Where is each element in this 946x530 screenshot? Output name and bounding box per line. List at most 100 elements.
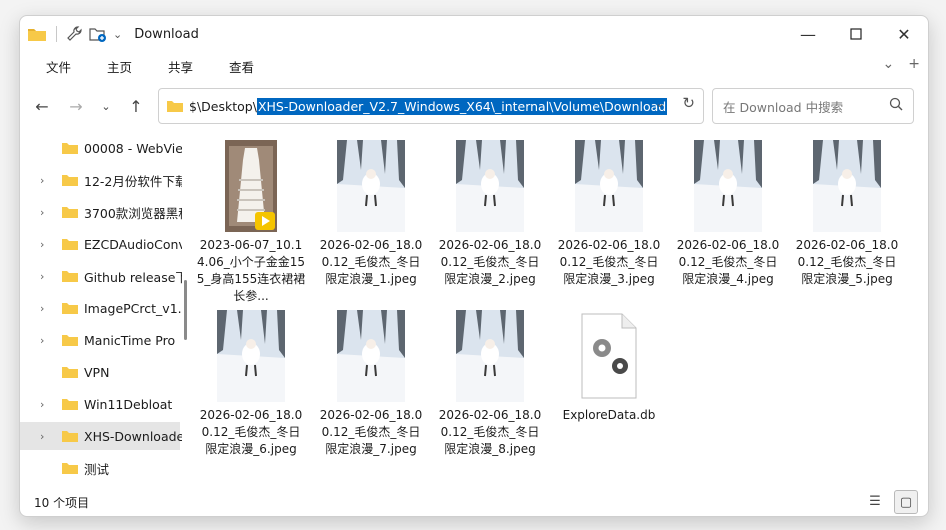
image-thumbnail — [217, 310, 285, 402]
file-item[interactable]: 2026-02-06_18.00.12_毛俊杰_冬日限定浪漫_1.jpeg — [316, 140, 426, 288]
file-item[interactable]: 2023-06-07_10.14.06_小个子金金155_身高155连衣裙裙长参… — [196, 140, 306, 305]
wrench-icon[interactable] — [67, 26, 83, 42]
address-bar[interactable]: $\Desktop\ XHS-Downloader_V2.7_Windows_X6… — [158, 88, 704, 124]
sidebar-item-label: EZCDAudioConv — [84, 236, 182, 252]
sidebar-item-label: Win11Debloat — [84, 396, 173, 412]
maximize-icon[interactable] — [832, 16, 880, 52]
sidebar-scrollbar[interactable] — [184, 134, 188, 484]
sidebar-item-label: VPN — [84, 364, 110, 380]
navigation-bar: ← → ⌄ ↑ $\Desktop\ XHS-Downloader_V2.7_Wi… — [20, 86, 928, 126]
sidebar-item[interactable]: › 3700款浏览器黑科 — [20, 198, 182, 226]
sidebar-item-label: 测试 — [84, 461, 110, 477]
menu-bar: 文件 主页 共享 查看 ⌄ + — [20, 52, 928, 80]
address-selected-path[interactable]: XHS-Downloader_V2.7_Windows_X64\_interna… — [256, 97, 668, 115]
folder-icon — [62, 303, 78, 314]
address-dropdown-icon[interactable]: ⌄ — [655, 96, 665, 110]
sidebar-item[interactable]: VPN — [20, 358, 180, 386]
folder-icon — [62, 431, 78, 442]
up-icon[interactable]: ↑ — [124, 94, 148, 118]
sidebar-item[interactable]: 00008 - WebView — [20, 134, 182, 162]
chevron-down-icon[interactable]: ⌄ — [94, 94, 118, 118]
details-view-icon[interactable]: ☰ — [864, 490, 886, 512]
sidebar-item[interactable]: › ManicTime Pro — [20, 326, 180, 354]
sidebar-item-label: 3700款浏览器黑科 — [84, 205, 182, 221]
file-name: 2026-02-06_18.00.12_毛俊杰_冬日限定浪漫_7.jpeg — [319, 408, 423, 456]
search-icon[interactable] — [889, 97, 903, 111]
folder-icon — [62, 239, 78, 250]
thumbnail-view-icon[interactable]: ▢ — [894, 490, 918, 514]
search-box[interactable]: 在 Download 中搜索 — [712, 88, 914, 124]
navigation-pane: 00008 - WebView › 12-2月份软件下载 › 3700款浏览器黑科 › EZ… — [20, 134, 182, 484]
minimize-icon[interactable]: — — [784, 16, 832, 52]
file-name: ExploreData.db — [562, 408, 656, 422]
sidebar-item-label: ImagePCrct_v1.2 — [84, 300, 182, 316]
address-prefix: $\Desktop\ — [189, 98, 257, 114]
file-item[interactable]: 2026-02-06_18.00.12_毛俊杰_冬日限定浪漫_5.jpeg — [792, 140, 902, 288]
sidebar-item[interactable]: › 12-2月份软件下载 — [20, 166, 182, 194]
chevron-right-icon[interactable]: › — [40, 430, 44, 443]
menu-share[interactable]: 共享 — [158, 57, 203, 76]
item-count: 10 个项目 — [34, 496, 90, 510]
menu-home[interactable]: 主页 — [97, 57, 142, 76]
scrollbar-thumb[interactable] — [184, 280, 187, 340]
file-icon — [578, 310, 640, 402]
file-name: 2026-02-06_18.00.12_毛俊杰_冬日限定浪漫_8.jpeg — [438, 408, 542, 456]
file-name: 2026-02-06_18.00.12_毛俊杰_冬日限定浪漫_1.jpeg — [319, 238, 423, 286]
image-thumbnail — [456, 140, 524, 232]
back-icon[interactable]: ← — [30, 94, 54, 118]
sidebar-item[interactable]: › EZCDAudioConv — [20, 230, 182, 258]
sidebar-item-label: Github release下 — [84, 269, 182, 285]
folder-icon — [62, 367, 78, 378]
sidebar-item-label: ManicTime Pro — [84, 332, 176, 348]
video-thumbnail — [225, 140, 277, 232]
chevron-right-icon[interactable]: › — [40, 238, 44, 251]
refresh-icon[interactable]: ↻ — [682, 94, 695, 112]
image-thumbnail — [456, 310, 524, 402]
chevron-right-icon[interactable]: › — [40, 334, 44, 347]
chevron-right-icon[interactable]: › — [40, 398, 44, 411]
file-item[interactable]: 2026-02-06_18.00.12_毛俊杰_冬日限定浪漫_7.jpeg — [316, 310, 426, 458]
sidebar-item[interactable]: 测试 — [20, 454, 180, 482]
sidebar-item-label: 12-2月份软件下载 — [84, 173, 182, 189]
file-item[interactable]: 2026-02-06_18.00.12_毛俊杰_冬日限定浪漫_3.jpeg — [554, 140, 664, 288]
add-tab-icon[interactable]: + — [908, 56, 920, 72]
chevron-right-icon[interactable]: › — [40, 302, 44, 315]
title-bar: ⌄ Download — ✕ — [20, 16, 928, 52]
image-thumbnail — [813, 140, 881, 232]
file-name: 2026-02-06_18.00.12_毛俊杰_冬日限定浪漫_6.jpeg — [199, 408, 303, 456]
image-thumbnail — [337, 310, 405, 402]
chevron-right-icon[interactable]: › — [40, 206, 44, 219]
file-item[interactable]: ExploreData.db — [554, 310, 664, 424]
menu-view[interactable]: 查看 — [219, 57, 264, 76]
sidebar-item-label: 00008 - WebView — [84, 140, 182, 156]
menu-file[interactable]: 文件 — [36, 57, 81, 76]
chevron-right-icon[interactable]: › — [40, 270, 44, 283]
image-thumbnail — [337, 140, 405, 232]
folder-icon — [62, 399, 78, 410]
sidebar-item-label: XHS-Downloade — [84, 428, 182, 444]
new-folder-icon[interactable] — [89, 26, 107, 42]
ribbon-expand-icon[interactable]: ⌄ — [883, 56, 895, 72]
chevron-right-icon[interactable]: › — [40, 174, 44, 187]
file-item[interactable]: 2026-02-06_18.00.12_毛俊杰_冬日限定浪漫_6.jpeg — [196, 310, 306, 458]
folder-icon — [62, 143, 78, 154]
chevron-down-icon[interactable]: ⌄ — [113, 28, 122, 41]
close-icon[interactable]: ✕ — [880, 16, 928, 52]
sidebar-item[interactable]: › Github release下 — [20, 262, 182, 290]
sidebar-item[interactable]: › ImagePCrct_v1.2 — [20, 294, 182, 322]
sidebar-item[interactable]: › Win11Debloat — [20, 390, 180, 418]
file-item[interactable]: 2026-02-06_18.00.12_毛俊杰_冬日限定浪漫_2.jpeg — [435, 140, 545, 288]
file-item[interactable]: 2026-02-06_18.00.12_毛俊杰_冬日限定浪漫_8.jpeg — [435, 310, 545, 458]
file-name: 2026-02-06_18.00.12_毛俊杰_冬日限定浪漫_2.jpeg — [438, 238, 542, 286]
file-name: 2023-06-07_10.14.06_小个子金金155_身高155连衣裙裙长参… — [196, 238, 306, 303]
forward-icon[interactable]: → — [64, 94, 88, 118]
folder-icon — [62, 207, 78, 218]
sidebar-item[interactable]: › XHS-Downloade — [20, 422, 182, 450]
file-name: 2026-02-06_18.00.12_毛俊杰_冬日限定浪漫_5.jpeg — [795, 238, 899, 286]
folder-icon — [167, 101, 183, 112]
file-item[interactable]: 2026-02-06_18.00.12_毛俊杰_冬日限定浪漫_4.jpeg — [673, 140, 783, 288]
image-thumbnail — [575, 140, 643, 232]
folder-icon — [62, 335, 78, 346]
status-bar: 10 个项目 ☰ ▢ — [20, 486, 928, 516]
folder-icon — [62, 271, 78, 282]
